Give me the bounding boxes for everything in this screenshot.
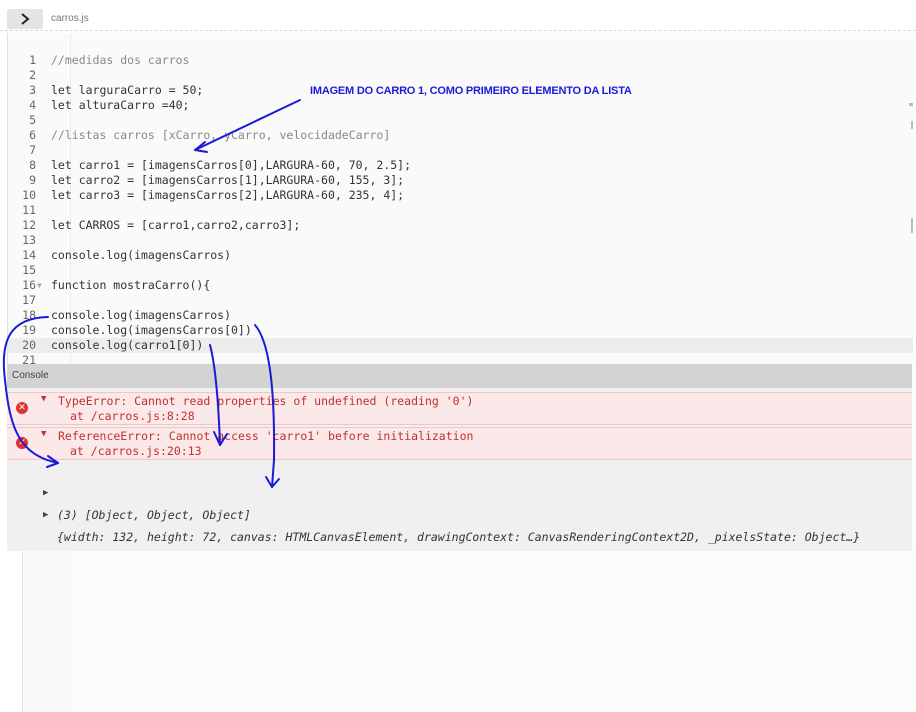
line-number: 8 [29,158,36,172]
code-line[interactable]: 9 let carro2 = [imagensCarros[1],LARGURA-… [8,173,913,188]
line-number: 19 [22,323,36,337]
code-line[interactable]: 8 let carro1 = [imagensCarros[0],LARGURA-… [8,158,913,173]
triangle-expand-icon[interactable]: ▼ [41,429,46,439]
line-text: let larguraCarro = 50; [51,83,204,97]
line-text: let alturaCarro =40; [51,98,190,112]
code-line[interactable]: 2 [8,68,913,83]
line-number: 6 [29,128,36,142]
code-line[interactable]: 14 console.log(imagensCarros) [8,248,913,263]
code-line[interactable]: 1 //medidas dos carros [8,53,913,68]
line-number: 17 [22,293,36,307]
line-number: 15 [22,263,36,277]
console-error: ✕ ▼ ReferenceError: Cannot access 'carro… [7,427,912,460]
code-line[interactable]: 20 console.log(carro1[0]) [8,338,913,353]
line-number: 18 [22,308,36,322]
code-line[interactable]: 16 ▼ function mostraCarro(){ [8,278,913,293]
triangle-expand-icon[interactable]: ▼ [41,394,46,404]
line-number: 1 [29,53,36,67]
line-number: 3 [29,83,36,97]
line-text: let carro1 = [imagensCarros[0],LARGURA-6… [51,158,412,172]
code-line[interactable]: 13 [8,233,913,248]
line-text: console.log(imagensCarros) [51,308,232,322]
line-number: 9 [29,173,36,187]
error-location[interactable]: at /carros.js:8:28 [70,409,195,423]
line-number: 14 [22,248,36,262]
line-text: console.log(imagensCarros[0]) [51,323,252,337]
line-text: let carro2 = [imagensCarros[1],LARGURA-6… [51,173,405,187]
line-text: let carro3 = [imagensCarros[2],LARGURA-6… [51,188,405,202]
log-text: {width: 132, height: 72, canvas: HTMLCan… [57,530,861,544]
error-circle-icon: ✕ [16,402,28,414]
tab-bar: carros.js [0,0,916,31]
error-message: TypeError: Cannot read properties of und… [58,394,474,408]
fold-icon[interactable]: ▼ [37,278,42,293]
triangle-expand-icon[interactable]: ▶ [43,504,48,526]
line-text: console.log(carro1[0]) [51,338,204,352]
console-error: ✕ ▼ TypeError: Cannot read properties of… [7,392,912,425]
code-line[interactable]: 5 [8,113,913,128]
console-log[interactable]: ▶ (3) [Object, Object, Object] [7,460,912,522]
line-number: 13 [22,233,36,247]
code-line[interactable]: 11 [8,203,913,218]
console-title: Console [7,364,912,388]
annotation-label: IMAGEM DO CARRO 1, COMO PRIMEIRO ELEMENT… [310,85,632,97]
error-location[interactable]: at /carros.js:20:13 [70,444,202,458]
line-number: 10 [22,188,36,202]
code-line[interactable]: 7 [8,143,913,158]
line-number: 4 [29,98,36,112]
editor-lower-area [70,551,916,712]
line-text: //listas carros [xCarro, yCarro, velocid… [51,128,391,142]
line-text: let CARROS = [carro1,carro2,carro3]; [51,218,301,232]
code-line[interactable]: 18 console.log(imagensCarros) [8,308,913,323]
console-body: ✕ ▼ TypeError: Cannot read properties of… [7,392,912,544]
line-number: 12 [22,218,36,232]
line-text: console.log(imagensCarros) [51,248,232,262]
code-lines[interactable]: 1 //medidas dos carros 2 3 let larguraCarro … [8,53,913,368]
line-number: 16 [22,278,36,292]
toggle-sidebar-button[interactable] [7,9,43,29]
line-number: 7 [29,143,36,157]
code-line[interactable]: 4 let alturaCarro =40; [8,98,913,113]
code-line[interactable]: 10 let carro3 = [imagensCarros[2],LARGURA… [8,188,913,203]
line-number: 20 [22,338,36,352]
editor-gutter-lower [22,551,71,712]
log-text: (3) [Object, Object, Object] [57,508,251,522]
chevron-right-icon [21,13,30,25]
error-circle-icon: ✕ [16,437,28,449]
code-line[interactable]: 6 //listas carros [xCarro, yCarro, veloci… [8,128,913,143]
code-line[interactable]: 12 let CARROS = [carro1,carro2,carro3]; [8,218,913,233]
line-number: 2 [29,68,36,82]
line-text: //medidas dos carros [51,53,190,67]
code-line[interactable]: 15 [8,263,913,278]
line-number: 11 [22,203,36,217]
line-text: function mostraCarro(){ [51,278,211,292]
error-message: ReferenceError: Cannot access 'carro1' b… [58,429,474,443]
code-line[interactable]: 17 [8,293,913,308]
code-editor[interactable]: 1 //medidas dos carros 2 3 let larguraCarro … [7,33,913,367]
file-tab[interactable]: carros.js [51,13,89,24]
console-log[interactable]: ▶ {width: 132, height: 72, canvas: HTMLC… [7,482,912,544]
console-panel: Console ✕ ▼ TypeError: Cannot read prope… [7,364,912,551]
code-line[interactable]: 19 console.log(imagensCarros[0]) [8,323,913,338]
line-number: 5 [29,113,36,127]
